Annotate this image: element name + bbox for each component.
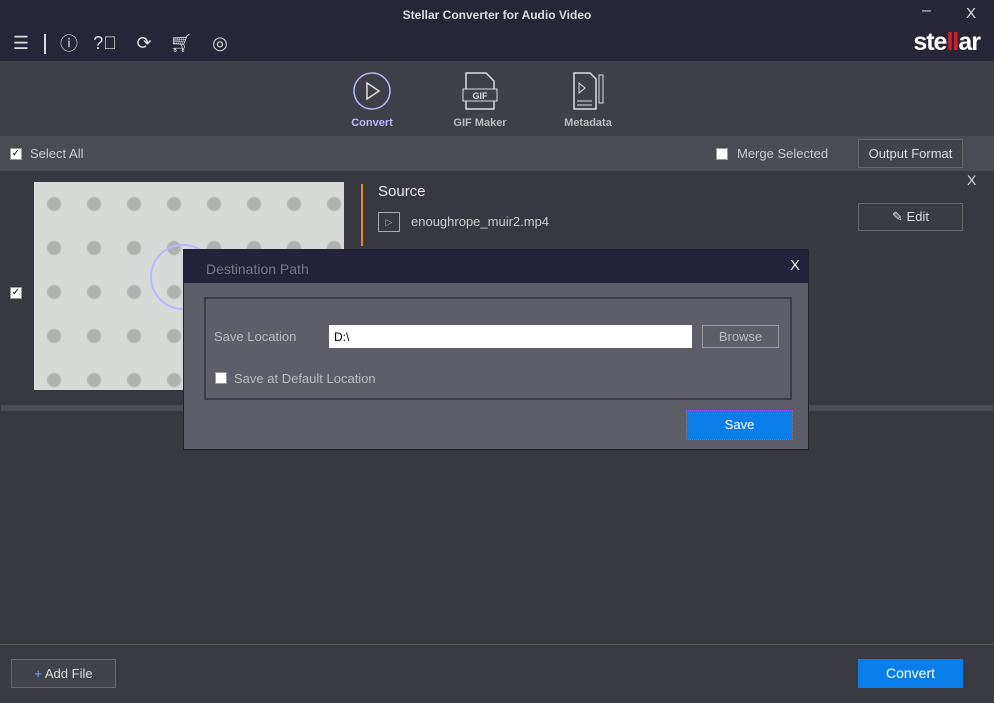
close-button[interactable]: X [966, 5, 976, 22]
metadata-icon [573, 72, 604, 110]
video-file-icon: ▷ [378, 212, 400, 232]
user-icon[interactable]: ◎ [209, 32, 231, 54]
stellar-logo: stellar [913, 28, 981, 56]
remove-item-button[interactable]: X [967, 172, 976, 188]
default-location-label: Save at Default Location [234, 371, 376, 386]
title-bar: Stellar Converter for Audio Video – X ☰ … [0, 0, 994, 61]
edit-icon: ✎ [892, 209, 907, 224]
cart-icon[interactable]: 🛒︎ [170, 32, 193, 54]
gif-file-icon: GIF [462, 72, 498, 110]
divider [44, 34, 46, 54]
add-file-button[interactable]: + Add File [11, 659, 116, 688]
browse-button[interactable]: Browse [702, 325, 779, 348]
dialog-close-button[interactable]: X [790, 257, 800, 274]
svg-text:GIF: GIF [473, 91, 489, 101]
dialog-header: Destination Path X [184, 250, 808, 283]
tab-label: Metadata [564, 117, 612, 129]
output-format-button[interactable]: Output Format [858, 139, 963, 168]
source-filename: enoughrope_muir2.mp4 [411, 214, 550, 229]
tab-convert[interactable]: Convert [332, 71, 412, 129]
mode-bar: Convert GIF GIF Maker Metadata [0, 61, 994, 136]
tab-label: Convert [351, 117, 393, 129]
save-location-label: Save Location [214, 329, 297, 344]
select-all-checkbox[interactable]: ✓ [10, 148, 22, 160]
convert-button[interactable]: Convert [858, 659, 963, 688]
item-checkbox[interactable]: ✓ [10, 287, 22, 299]
refresh-icon[interactable]: ⟳ [133, 32, 155, 54]
footer-bar: + Add File Convert [0, 644, 994, 703]
tab-label: GIF Maker [453, 117, 507, 129]
source-label: Source [378, 183, 426, 200]
tab-gif-maker[interactable]: GIF GIF Maker [440, 71, 520, 129]
dialog-title: Destination Path [206, 261, 309, 277]
dialog-options-group: Save Location Browse Save at Default Loc… [204, 297, 792, 400]
edit-button[interactable]: ✎ Edit [858, 203, 963, 231]
play-circle-icon [353, 72, 391, 110]
destination-path-dialog: Destination Path X Save Location Browse … [183, 249, 809, 450]
window-title: Stellar Converter for Audio Video [402, 8, 592, 22]
plus-icon: + [34, 666, 42, 681]
select-all-label: Select All [30, 146, 84, 161]
menu-icon[interactable]: ☰ [10, 32, 32, 54]
tab-metadata[interactable]: Metadata [548, 71, 628, 129]
merge-selected-label: Merge Selected [737, 146, 829, 161]
selection-bar: ✓ Select All Merge Selected Output Forma… [0, 136, 994, 171]
merge-selected-checkbox[interactable] [716, 148, 728, 160]
help-icon[interactable]: ?⃝ [93, 32, 117, 54]
default-location-checkbox[interactable] [215, 372, 227, 384]
source-accent-bar [361, 184, 363, 246]
save-button[interactable]: Save [686, 410, 793, 440]
save-location-input[interactable] [329, 325, 692, 348]
minimize-button[interactable]: – [922, 2, 931, 20]
info-icon[interactable]: ⓘ [58, 32, 80, 54]
